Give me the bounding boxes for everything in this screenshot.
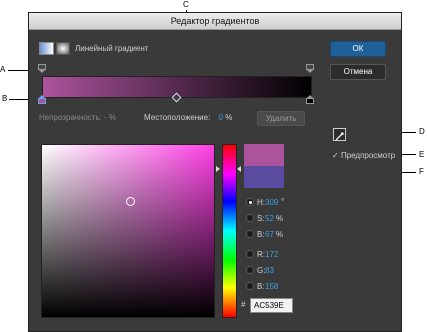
saturation-brightness-field[interactable] [41, 144, 215, 318]
ok-button[interactable]: ОК [330, 41, 386, 57]
hue-value[interactable]: 309 [265, 198, 278, 207]
gradient-type-label: Линейный градиент [75, 44, 149, 53]
dialog-title: Редактор градиентов [29, 13, 401, 30]
brightness-label: B: [257, 230, 265, 239]
linear-gradient-type-button[interactable] [39, 42, 54, 55]
preview-checkbox[interactable]: ✓ Предпросмотр [332, 151, 395, 160]
callout-e: E [419, 150, 425, 159]
blue-value[interactable]: 158 [265, 282, 278, 291]
opacity-stop-left[interactable] [38, 64, 46, 73]
opacity-stop-right[interactable] [306, 64, 314, 73]
brightness-value[interactable]: 67 [265, 230, 274, 239]
blue-radio[interactable] [246, 282, 254, 290]
delete-stop-button[interactable]: Удалить [257, 111, 305, 126]
cancel-button[interactable]: Отмена [330, 64, 386, 80]
callout-a: A [0, 65, 6, 74]
original-color-swatch[interactable] [244, 166, 284, 188]
callout-a-line [8, 70, 30, 71]
saturation-label: S: [257, 214, 265, 223]
radial-gradient-type-button[interactable] [56, 42, 70, 55]
location-label: Местоположение: 0 % [144, 113, 233, 122]
location-value[interactable]: 0 [219, 113, 223, 122]
green-value[interactable]: 83 [265, 266, 274, 275]
preview-label: Предпросмотр [340, 151, 396, 160]
color-stop-left[interactable] [38, 95, 46, 104]
new-color-swatch [244, 144, 284, 166]
checkmark-icon: ✓ [332, 151, 339, 160]
callout-c: C [183, 0, 189, 9]
red-label: R: [257, 250, 265, 259]
hue-radio[interactable] [246, 198, 254, 206]
red-value[interactable]: 172 [265, 250, 278, 259]
opacity-value[interactable]: - [104, 113, 107, 122]
hue-unit: ° [281, 197, 285, 206]
green-radio[interactable] [246, 266, 254, 274]
hue-slider[interactable] [222, 144, 237, 318]
saturation-radio[interactable] [246, 214, 254, 222]
saturation-unit: % [276, 214, 284, 223]
eyedropper-icon[interactable] [333, 128, 346, 141]
color-stop-right[interactable] [306, 95, 314, 104]
hue-slider-right-arrow[interactable] [237, 166, 241, 172]
callout-b: B [2, 94, 8, 103]
gradient-editor-dialog: Редактор градиентов Линейный градиент ОК… [28, 12, 402, 332]
hue-label: H: [257, 198, 265, 207]
red-radio[interactable] [246, 250, 254, 258]
color-picker-cursor[interactable] [126, 197, 135, 206]
hex-label: # [241, 300, 246, 309]
hex-input[interactable]: AC539E [250, 298, 293, 313]
blue-label: B: [257, 282, 265, 291]
saturation-value[interactable]: 52 [265, 214, 274, 223]
opacity-label: Непрозрачность: - % [39, 113, 117, 122]
callout-f: F [419, 167, 424, 176]
brightness-radio[interactable] [246, 230, 254, 238]
hue-slider-left-arrow[interactable] [216, 166, 220, 172]
brightness-unit: % [276, 230, 284, 239]
callout-d: D [419, 127, 425, 136]
